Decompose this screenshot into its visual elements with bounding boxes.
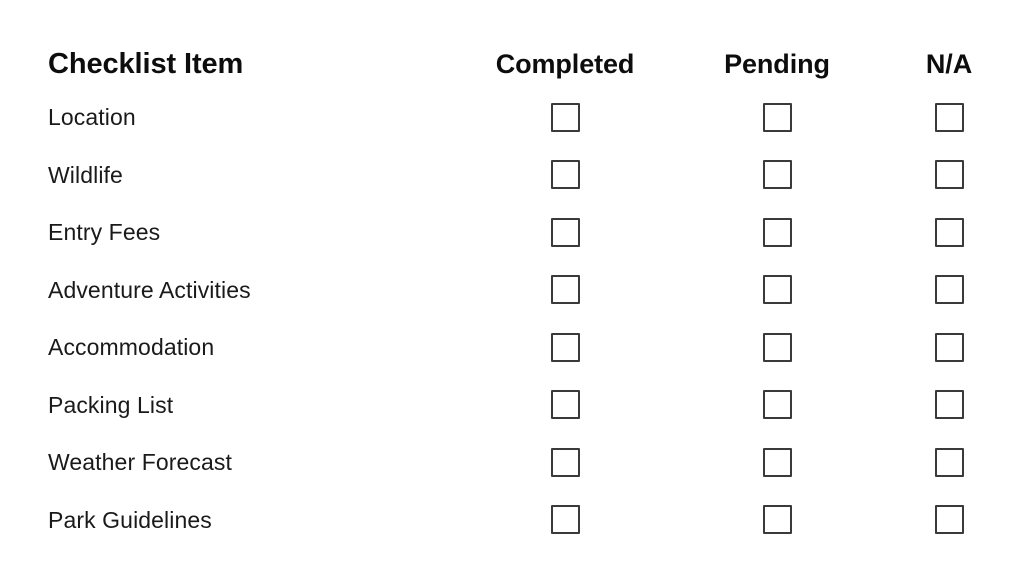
cell-completed[interactable] — [505, 500, 625, 540]
row-label: Park Guidelines — [48, 506, 212, 533]
checkbox-pending[interactable] — [762, 505, 792, 534]
checkbox-completed[interactable] — [550, 390, 580, 419]
cell-completed[interactable] — [505, 327, 625, 367]
checkbox-pending[interactable] — [762, 160, 792, 189]
checkbox-na[interactable] — [934, 505, 964, 534]
checkbox-na[interactable] — [934, 217, 964, 247]
table-row: Packing List — [0, 385, 1024, 425]
checkbox-pending[interactable] — [762, 447, 792, 477]
checkbox-completed[interactable] — [550, 275, 580, 304]
row-label: Entry Fees — [48, 219, 161, 245]
cell-na[interactable] — [889, 155, 1009, 195]
table-row: Weather Forecast — [0, 442, 1024, 482]
column-header-completed: Completed — [495, 48, 635, 79]
cell-na[interactable] — [889, 385, 1009, 425]
cell-pending[interactable] — [717, 442, 837, 482]
table-row: Park Guidelines — [0, 500, 1024, 540]
cell-na[interactable] — [889, 270, 1009, 310]
column-header-checklist-item: Checklist Item — [48, 48, 244, 80]
row-label: Packing List — [48, 391, 174, 418]
row-label: Location — [48, 104, 136, 130]
table-row: Adventure Activities — [0, 270, 1024, 310]
column-header-pending: Pending — [724, 48, 830, 79]
table-row: Location — [0, 97, 1024, 137]
cell-pending[interactable] — [717, 97, 837, 137]
cell-completed[interactable] — [505, 155, 625, 195]
checklist-table: Checklist Item Completed Pending N/A Loc… — [0, 0, 1024, 576]
cell-completed[interactable] — [505, 442, 625, 482]
row-label: Weather Forecast — [48, 449, 232, 475]
cell-pending[interactable] — [717, 155, 837, 195]
checkbox-pending[interactable] — [762, 390, 792, 419]
cell-pending[interactable] — [717, 270, 837, 310]
cell-na[interactable] — [889, 442, 1009, 482]
row-label: Adventure Activities — [48, 276, 251, 303]
cell-completed[interactable] — [505, 270, 625, 310]
checkbox-completed[interactable] — [550, 332, 580, 362]
checkbox-pending[interactable] — [762, 102, 792, 132]
checkbox-na[interactable] — [934, 332, 964, 362]
checkbox-completed[interactable] — [550, 217, 580, 247]
checkbox-completed[interactable] — [550, 505, 580, 534]
column-header-na: N/A — [925, 48, 973, 79]
checkbox-pending[interactable] — [762, 275, 792, 304]
cell-na[interactable] — [889, 327, 1009, 367]
row-label: Wildlife — [48, 161, 123, 188]
checkbox-completed[interactable] — [550, 102, 580, 132]
cell-pending[interactable] — [717, 327, 837, 367]
table-row: Wildlife — [0, 155, 1024, 195]
checkbox-pending[interactable] — [762, 217, 792, 247]
table-header-row: Checklist Item Completed Pending N/A — [0, 42, 1024, 86]
checkbox-pending[interactable] — [762, 332, 792, 362]
table-row: Accommodation — [0, 327, 1024, 367]
checkbox-completed[interactable] — [550, 160, 580, 189]
cell-pending[interactable] — [717, 385, 837, 425]
cell-na[interactable] — [889, 212, 1009, 252]
checkbox-completed[interactable] — [550, 447, 580, 477]
checkbox-na[interactable] — [934, 275, 964, 304]
table-row: Entry Fees — [0, 212, 1024, 252]
checkbox-na[interactable] — [934, 447, 964, 477]
row-label: Accommodation — [48, 334, 215, 360]
cell-completed[interactable] — [505, 385, 625, 425]
checkbox-na[interactable] — [934, 390, 964, 419]
cell-pending[interactable] — [717, 212, 837, 252]
cell-na[interactable] — [889, 500, 1009, 540]
cell-pending[interactable] — [717, 500, 837, 540]
cell-na[interactable] — [889, 97, 1009, 137]
checkbox-na[interactable] — [934, 102, 964, 132]
cell-completed[interactable] — [505, 97, 625, 137]
cell-completed[interactable] — [505, 212, 625, 252]
checkbox-na[interactable] — [934, 160, 964, 189]
